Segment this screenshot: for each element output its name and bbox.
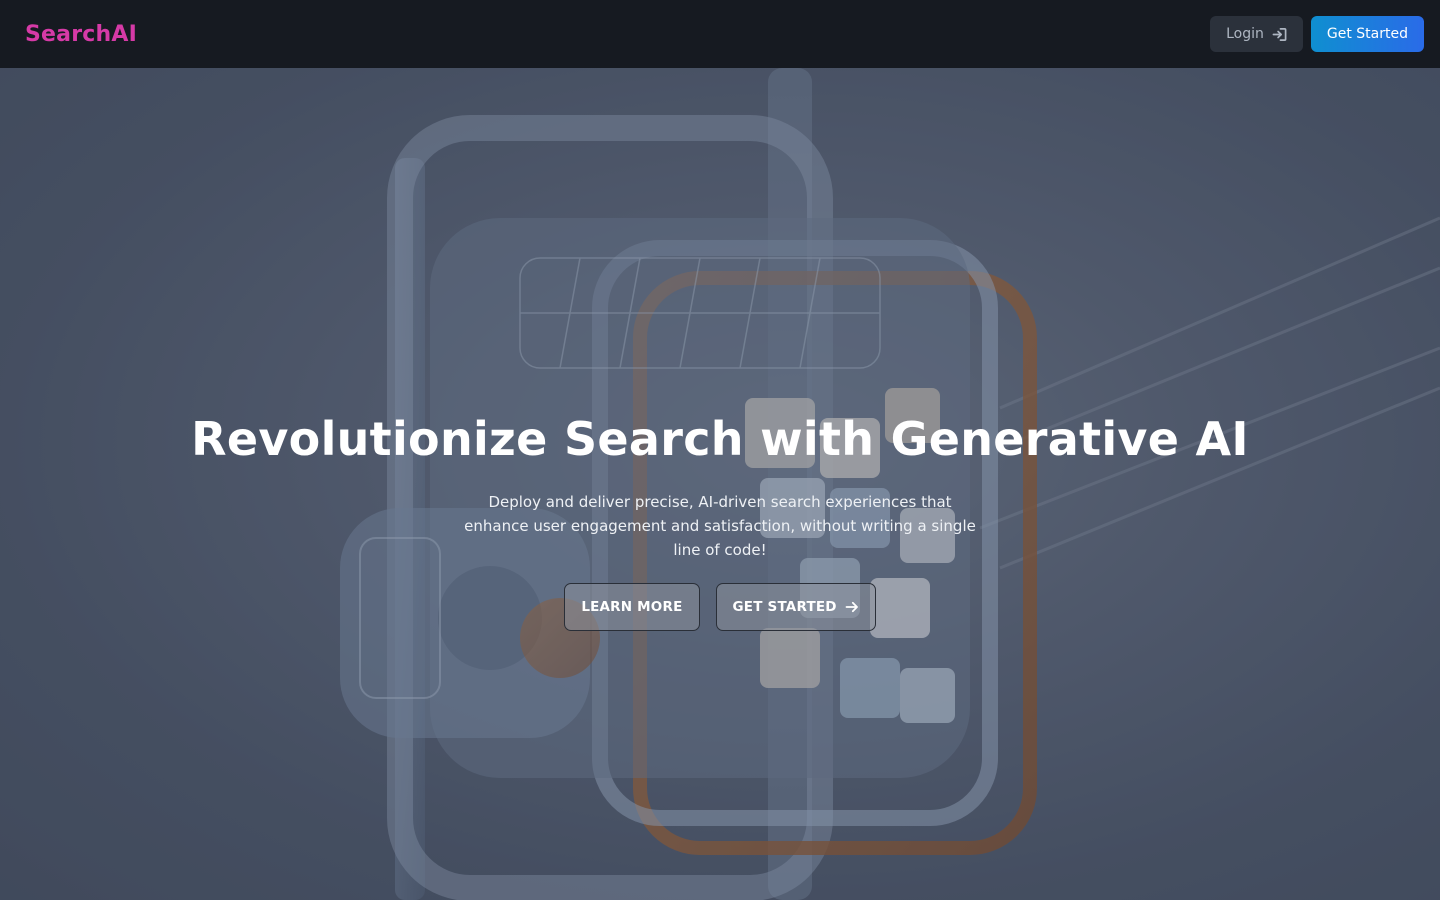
learn-more-label: LEARN MORE [581, 599, 683, 615]
hero-get-started-button[interactable]: GET STARTED [715, 583, 876, 631]
arrow-right-icon [845, 601, 858, 613]
get-started-button[interactable]: Get Started [1310, 16, 1424, 52]
login-label: Login [1226, 26, 1264, 42]
hero-title: Revolutionize Search with Generative AI [191, 412, 1249, 466]
hero-get-started-label: GET STARTED [732, 599, 837, 615]
login-button[interactable]: Login [1210, 16, 1303, 52]
hero-buttons: LEARN MORE GET STARTED [564, 583, 876, 631]
sign-in-icon [1272, 27, 1287, 41]
learn-more-button[interactable]: LEARN MORE [564, 583, 700, 631]
top-navbar: SearchAI Login Get Started [0, 0, 1440, 68]
nav-actions: Login Get Started [1210, 16, 1424, 52]
brand-logo[interactable]: SearchAI [25, 22, 137, 47]
hero-subtitle: Deploy and deliver precise, AI-driven se… [464, 493, 976, 559]
hero-content: Revolutionize Search with Generative AI … [0, 410, 1440, 631]
